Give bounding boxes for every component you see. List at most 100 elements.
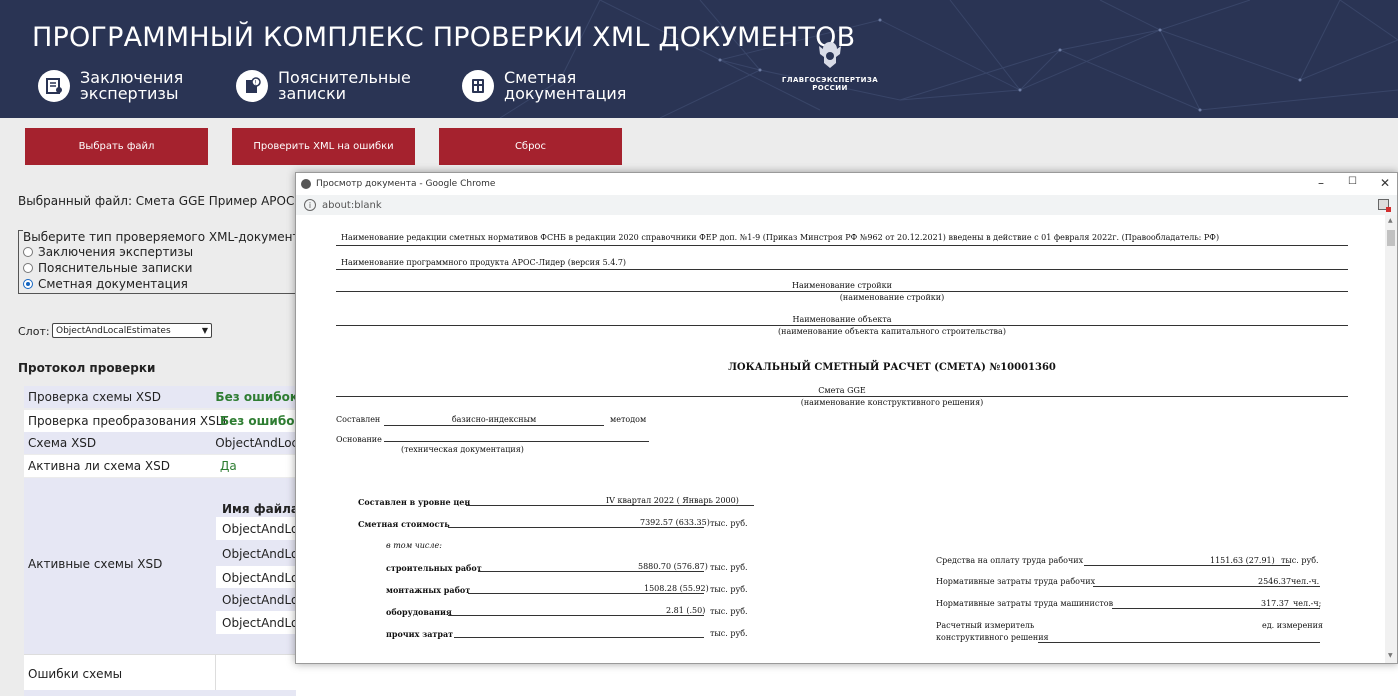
composed-label: Составлен <box>336 415 381 424</box>
slot-label: Слот: <box>18 325 50 338</box>
svg-text:!: ! <box>255 80 257 87</box>
nav-label: Пояснительные записки <box>278 68 411 103</box>
nav-label: Заключения экспертизы <box>80 68 184 103</box>
estimate-caption: (наименование конструктивного решения) <box>800 398 984 407</box>
composed-value: базисно-индексным <box>451 415 537 424</box>
protocol-value: Без ошибок <box>220 414 296 428</box>
underline <box>1038 642 1320 643</box>
address-bar[interactable]: i about:blank <box>296 195 1397 215</box>
underline <box>448 615 704 616</box>
right-item-unit: тыс. руб. <box>1281 556 1319 565</box>
underline <box>466 505 754 506</box>
protocol-value: Без ошибок <box>215 390 296 404</box>
method-label: методом <box>610 415 647 424</box>
construction-name: Наименование стройки <box>792 281 892 290</box>
glavgosexpertiza-logo: ГЛАВГОСЭКСПЕРТИЗА РОССИИ <box>780 38 880 92</box>
minimize-button[interactable]: – <box>1318 176 1324 190</box>
underline <box>336 269 1348 270</box>
construction-caption: (наименование стройки) <box>839 293 945 302</box>
maximize-button[interactable]: ☐ <box>1348 176 1357 187</box>
table-row: ObjectAndLoc <box>216 542 296 565</box>
nav-explanatory-notes[interactable]: ! Пояснительные записки <box>236 66 411 106</box>
object-caption: (наименование объекта капитального строи… <box>778 327 1006 336</box>
item-value: 2.81 (.50) <box>666 606 706 615</box>
radio-label: Заключения экспертизы <box>38 245 194 259</box>
radio-label: Пояснительные записки <box>38 261 193 275</box>
inner-table-header: Имя файла с <box>222 502 296 516</box>
price-level-value: IV квартал 2022 ( Январь 2000) <box>606 496 739 505</box>
underline <box>1084 565 1290 566</box>
chevron-down-icon: ▼ <box>201 326 208 335</box>
protocol-row: Проверка схемы XSD Без ошибок <box>24 386 296 408</box>
right-item-label: Нормативные затраты труда рабочих <box>936 577 1096 586</box>
selected-file-text: Выбранный файл: Смета GGE Пример АРОС (Л… <box>18 194 321 208</box>
underline <box>448 527 704 528</box>
schema-errors-label: Ошибки схемы <box>28 667 123 681</box>
table-row: ObjectAndLoc <box>216 566 296 589</box>
url-text[interactable]: about:blank <box>322 200 382 211</box>
underline <box>1112 608 1320 609</box>
close-button[interactable]: ✕ <box>1380 176 1390 190</box>
protocol-row: Проверка преобразования XSLT Без ошибок <box>24 410 296 432</box>
price-level-label: Составлен в уровне цен <box>358 497 471 507</box>
item-label: монтажных работ <box>386 585 471 595</box>
document-preview-window: Просмотр документа - Google Chrome – ☐ ✕… <box>295 172 1398 664</box>
nav-label: Сметная документация <box>504 68 627 103</box>
scroll-thumb[interactable] <box>1387 230 1395 246</box>
choose-file-button[interactable]: Выбрать файл <box>25 128 208 165</box>
right-item-value: 317.37 <box>1261 599 1289 608</box>
chrome-icon <box>301 179 311 189</box>
window-titlebar[interactable]: Просмотр документа - Google Chrome – ☐ ✕ <box>296 173 1397 195</box>
item-unit: тыс. руб. <box>710 629 748 638</box>
calculator-icon <box>462 70 494 102</box>
protocol-key: Проверка схемы XSD <box>28 390 161 404</box>
cost-label: Сметная стоимость <box>358 519 450 529</box>
radio-explanatory-notes[interactable]: Пояснительные записки <box>23 261 192 275</box>
document-content: Наименование редакции сметных нормативов… <box>296 215 1385 663</box>
reset-button[interactable]: Сброс <box>439 128 622 165</box>
logo-subtext: РОССИИ <box>812 84 848 92</box>
cost-unit: тыс. руб. <box>710 519 748 528</box>
protocol-key: Схема XSD <box>28 436 97 450</box>
logo-text: ГЛАВГОСЭКСПЕРТИЗА <box>781 76 879 84</box>
software-line: Наименование программного продукта АРОС-… <box>341 258 627 267</box>
protocol-title: Протокол проверки <box>18 361 156 375</box>
doc-type-fieldset: Выберите тип проверяемого XML-документа:… <box>18 230 313 294</box>
radio-expert-conclusions[interactable]: Заключения экспертизы <box>23 245 193 259</box>
right-item-value: 2546.37 <box>1258 577 1292 586</box>
protocol-row: Активна ли схема XSD Да <box>24 455 296 477</box>
underline <box>1093 586 1320 587</box>
protocol-key: Активна ли схема XSD <box>28 459 170 473</box>
item-value: 1508.28 (55.92) <box>644 584 709 593</box>
page-action-icon[interactable] <box>1378 199 1391 212</box>
right-item-label: Средства на оплату труда рабочих <box>936 556 1084 565</box>
scroll-down-icon[interactable]: ▼ <box>1388 652 1393 659</box>
slot-select[interactable]: ObjectAndLocalEstimates ▼ <box>52 323 212 338</box>
including-label: в том числе: <box>386 541 442 550</box>
meter-label-2: конструктивного решения <box>936 633 1049 642</box>
scroll-up-icon[interactable]: ▲ <box>1388 217 1393 224</box>
item-value: 5880.70 (576.87) <box>638 562 708 571</box>
doc-type-legend: Выберите тип проверяемого XML-документа: <box>23 230 313 244</box>
window-title: Просмотр документа - Google Chrome <box>316 179 496 189</box>
validate-xml-button[interactable]: Проверить XML на ошибки <box>232 128 415 165</box>
underline <box>384 441 649 442</box>
vertical-scrollbar[interactable]: ▲ ▼ <box>1385 215 1397 663</box>
nav-estimate-documentation[interactable]: Сметная документация <box>462 66 634 106</box>
info-icon[interactable]: i <box>304 199 316 211</box>
basis-caption: (техническая документация) <box>401 445 524 454</box>
object-name: Наименование объекта <box>792 315 892 324</box>
slot-select-value: ObjectAndLocalEstimates <box>56 325 171 336</box>
eagle-emblem-icon <box>819 42 841 68</box>
basis-label: Основание <box>336 435 382 444</box>
underline <box>454 637 704 638</box>
radio-button[interactable] <box>23 263 33 273</box>
estimate-heading: ЛОКАЛЬНЫЙ СМЕТНЫЙ РАСЧЕТ (СМЕТА) №100013… <box>728 362 1056 373</box>
table-row: ObjectAndLoc <box>216 588 296 611</box>
nav-expert-conclusions[interactable]: Заключения экспертизы <box>38 66 210 106</box>
underline <box>336 245 1348 246</box>
radio-button-selected[interactable] <box>23 279 33 289</box>
table-row <box>24 690 296 696</box>
radio-estimate-documentation[interactable]: Сметная документация <box>23 277 188 291</box>
radio-button[interactable] <box>23 247 33 257</box>
